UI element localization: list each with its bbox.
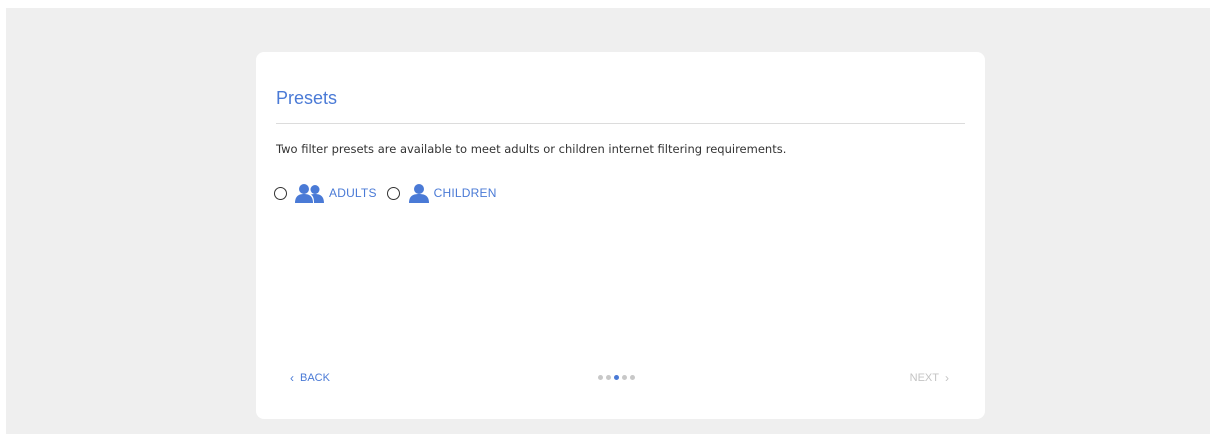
preset-option-children[interactable]: CHILDREN xyxy=(386,183,497,203)
step-dot-2 xyxy=(606,375,611,380)
adults-radio[interactable] xyxy=(274,186,287,200)
next-label: NEXT xyxy=(909,372,939,384)
presets-options: ADULTS CHILDREN xyxy=(274,182,507,204)
child-icon xyxy=(407,183,431,203)
card-description: Two filter presets are available to meet… xyxy=(276,142,787,156)
adults-label: ADULTS xyxy=(329,186,377,200)
step-indicator xyxy=(598,375,638,380)
card-title: Presets xyxy=(276,88,338,108)
back-button[interactable]: ‹ BACK xyxy=(290,370,330,385)
presets-card: Presets Two filter presets are available… xyxy=(256,52,985,419)
back-label: BACK xyxy=(300,372,330,384)
step-dot-3 xyxy=(614,375,619,380)
chevron-right-icon: › xyxy=(945,370,949,385)
preset-option-adults[interactable]: ADULTS xyxy=(274,183,377,203)
children-radio[interactable] xyxy=(386,186,400,200)
chevron-left-icon: ‹ xyxy=(290,370,294,385)
step-dot-1 xyxy=(598,375,603,380)
title-divider xyxy=(276,123,965,124)
step-dot-5 xyxy=(630,375,635,380)
next-button[interactable]: NEXT › xyxy=(909,370,949,385)
adults-icon xyxy=(294,183,326,203)
children-label: CHILDREN xyxy=(433,186,497,200)
step-dot-4 xyxy=(622,375,627,380)
wizard-footer: ‹ BACK NEXT › xyxy=(256,370,985,390)
